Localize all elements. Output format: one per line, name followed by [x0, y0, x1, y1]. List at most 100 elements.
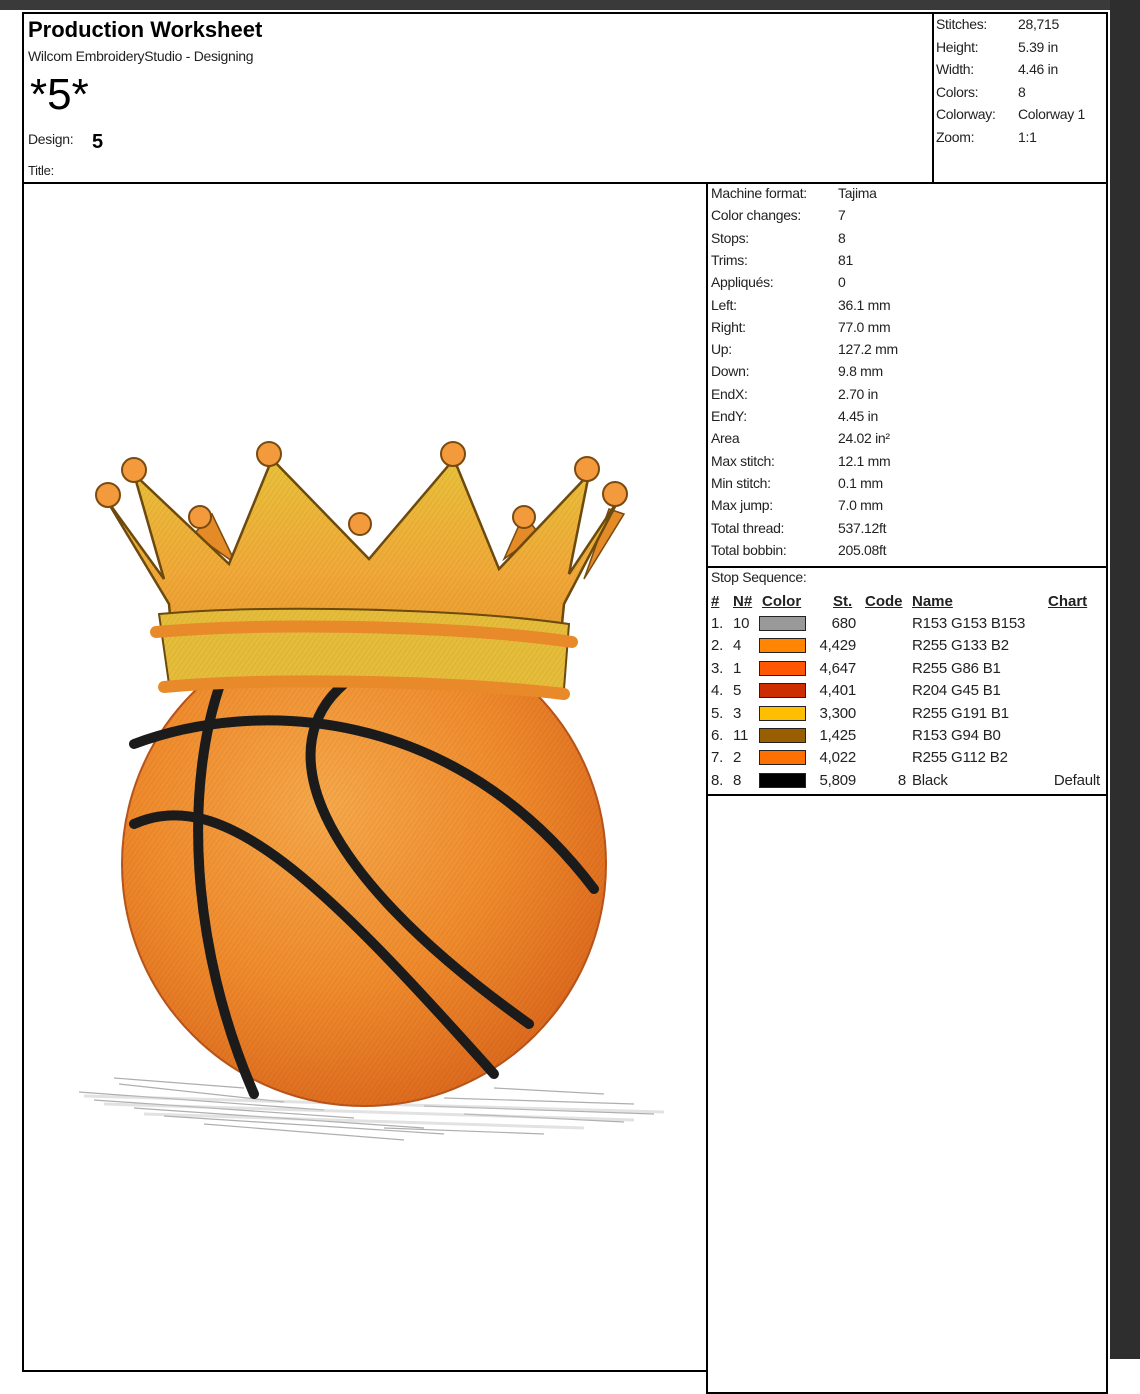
machine-info-value: 77.0 mm — [838, 318, 891, 335]
stat-label: Width: — [936, 61, 974, 77]
row-stitches: 680 — [831, 615, 857, 632]
color-swatch — [759, 660, 806, 676]
design-preview-box — [22, 182, 708, 1372]
stat-value: Colorway 1 — [1018, 106, 1086, 122]
row-chart: Default — [1053, 771, 1100, 789]
color-swatch — [759, 616, 806, 631]
stat-label: Colors: — [936, 83, 979, 100]
col-header-num: # — [711, 593, 720, 610]
machine-info-label: EndX: — [711, 385, 748, 402]
machine-info-label: Total thread: — [711, 519, 785, 536]
row-index: 6. — [711, 727, 724, 744]
machine-info-value: 0.1 mm — [838, 474, 883, 491]
stat-value: 4.46 in — [1018, 61, 1058, 77]
machine-info-label: Right: — [711, 318, 746, 335]
machine-info-label: Down: — [711, 363, 750, 380]
machine-info-label: Color changes: — [711, 207, 801, 224]
row-name: Black — [912, 771, 948, 789]
basketball-crown-embroidery-image — [78, 441, 665, 1141]
col-header-name: Name — [912, 593, 953, 610]
machine-info-value: 7.0 mm — [838, 497, 883, 514]
machine-info-value: 4.45 in — [838, 408, 878, 424]
color-swatch — [759, 683, 806, 699]
row-name: R255 G112 B2 — [912, 749, 1008, 767]
row-needle: 1 — [733, 659, 742, 677]
row-needle: 8 — [733, 771, 742, 789]
row-needle: 11 — [733, 727, 749, 744]
machine-info-label: Max jump: — [711, 497, 773, 514]
stat-label: Zoom: — [936, 128, 975, 145]
stop-sequence-title: Stop Sequence: — [711, 569, 807, 585]
design-value: 5 — [92, 131, 103, 153]
notes-box — [706, 794, 1108, 1394]
stat-value: 8 — [1018, 83, 1026, 100]
machine-info-label: Total bobbin: — [711, 541, 787, 558]
color-swatch — [759, 750, 806, 766]
machine-info-label: Left: — [711, 296, 737, 313]
color-swatch — [759, 772, 806, 788]
row-index: 5. — [711, 704, 724, 722]
color-swatch — [759, 728, 806, 743]
row-stitches: 5,809 — [819, 771, 856, 789]
machine-info-value: 2.70 in — [838, 385, 878, 402]
row-needle: 3 — [733, 704, 742, 722]
window-right-scroll-area — [1110, 0, 1140, 1359]
row-index: 4. — [711, 682, 724, 700]
row-needle: 4 — [733, 637, 742, 655]
machine-info-label: Trims: — [711, 251, 748, 268]
title-label: Title: — [28, 163, 54, 178]
row-needle: 10 — [733, 615, 750, 632]
row-index: 1. — [711, 615, 724, 632]
row-index: 7. — [711, 749, 724, 767]
row-stitches: 4,022 — [819, 749, 856, 767]
page-title: Production Worksheet — [28, 17, 263, 42]
stat-value: 5.39 in — [1018, 38, 1058, 55]
row-index: 3. — [711, 659, 724, 677]
stat-value: 28,715 — [1018, 16, 1060, 32]
row-name: R153 G153 B153 — [912, 615, 1026, 632]
row-needle: 2 — [733, 749, 742, 767]
row-stitches: 4,647 — [819, 659, 856, 677]
crown-band — [150, 607, 578, 700]
machine-info-value: 205.08ft — [838, 541, 887, 558]
machine-info-value: 36.1 mm — [838, 296, 891, 313]
row-stitches: 4,429 — [819, 637, 856, 655]
machine-info-label: EndY: — [711, 408, 747, 424]
row-name: R255 G133 B2 — [912, 637, 1009, 655]
design-label: Design: — [28, 131, 74, 147]
row-name: R204 G45 B1 — [912, 682, 1001, 700]
machine-info-value: 9.8 mm — [838, 363, 883, 380]
stat-label: Colorway: — [936, 106, 996, 122]
machine-info-value: 0 — [838, 274, 846, 291]
machine-info-value: 7 — [838, 207, 846, 224]
machine-info-value: 537.12ft — [838, 519, 887, 536]
row-name: R255 G191 B1 — [912, 704, 1009, 722]
machine-info-label: Up: — [711, 341, 732, 358]
row-name: R153 G94 B0 — [912, 727, 1001, 744]
row-needle: 5 — [733, 682, 742, 700]
stat-label: Height: — [936, 38, 979, 55]
machine-info-value: 12.1 mm — [838, 452, 891, 469]
color-swatch — [759, 705, 806, 721]
row-index: 2. — [711, 637, 724, 655]
machine-info-value: 8 — [838, 229, 846, 246]
row-name: R255 G86 B1 — [912, 659, 1001, 677]
col-header-code: Code — [865, 593, 903, 610]
machine-info-label: Machine format: — [711, 185, 807, 201]
row-code: 8 — [897, 771, 906, 789]
design-code-large: *5* — [30, 70, 89, 119]
stat-value: 1:1 — [1018, 128, 1037, 145]
machine-info-value: 127.2 mm — [838, 341, 898, 358]
col-header-color: Color — [762, 593, 802, 610]
col-header-st: St. — [833, 593, 853, 610]
stat-label: Stitches: — [936, 16, 987, 32]
machine-info-value: 81 — [838, 251, 853, 268]
machine-info-label: Max stitch: — [711, 452, 775, 469]
col-header-chart: Chart — [1048, 593, 1088, 610]
machine-info-label: Stops: — [711, 229, 749, 246]
software-name: Wilcom EmbroideryStudio - Designing — [28, 48, 254, 64]
row-stitches: 4,401 — [819, 682, 856, 700]
machine-info-label: Min stitch: — [711, 474, 771, 491]
window-top-bar — [0, 0, 1140, 10]
row-index: 8. — [711, 771, 724, 789]
